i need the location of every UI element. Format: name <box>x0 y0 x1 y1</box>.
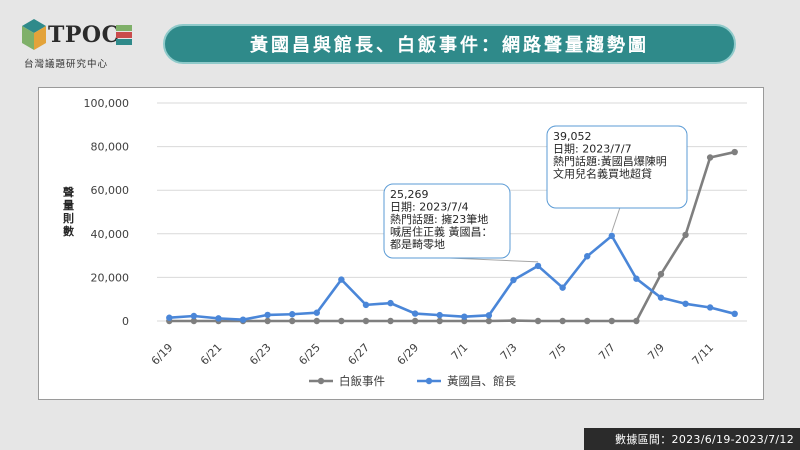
y-tick-label: 0 <box>122 315 129 328</box>
chart-panel: 0 20,000 40,000 60,000 80,000 100,000 聲量則數 6/19… <box>38 87 764 400</box>
data-point <box>313 309 320 316</box>
data-point <box>559 284 566 291</box>
y-tick-label: 40,000 <box>91 228 130 241</box>
data-point <box>411 317 419 325</box>
data-point <box>731 310 738 318</box>
data-point <box>657 270 665 278</box>
x-tick-label: 6/27 <box>345 341 372 368</box>
data-point <box>485 312 493 319</box>
data-point <box>682 300 689 307</box>
data-point <box>633 275 640 282</box>
data-point <box>706 304 714 311</box>
data-point <box>584 253 591 260</box>
data-point <box>633 317 640 325</box>
data-point <box>510 276 517 284</box>
data-point <box>166 314 173 321</box>
data-point <box>264 317 271 325</box>
data-point <box>657 294 665 301</box>
y-tick-label: 60,000 <box>91 184 130 197</box>
data-point <box>461 313 468 320</box>
data-point <box>264 311 271 319</box>
data-point <box>289 311 296 318</box>
x-tick-label: 6/23 <box>247 341 274 368</box>
data-point <box>584 317 591 325</box>
data-point <box>731 148 738 156</box>
y-axis-label: 聲量則數 <box>62 185 74 238</box>
logo-text: TPOC <box>48 22 120 48</box>
data-point <box>387 317 394 325</box>
y-tick-label: 100,000 <box>84 97 130 110</box>
x-tick-label: 6/25 <box>296 341 323 368</box>
data-point <box>608 232 615 240</box>
logo-cube-icon <box>22 19 46 50</box>
data-point <box>559 317 566 325</box>
x-tick-label: 6/19 <box>149 341 176 368</box>
data-point <box>411 310 419 317</box>
callout-leader <box>449 257 539 263</box>
x-tick-label: 6/29 <box>395 341 422 368</box>
callout-leader <box>611 207 621 233</box>
x-tick-label: 7/5 <box>547 341 569 363</box>
data-point <box>362 317 370 325</box>
data-point <box>215 315 222 322</box>
legend-label: 白飯事件 <box>339 374 385 388</box>
data-range-text: 數據區間：2023/6/19-2023/7/12 <box>615 433 794 446</box>
data-point <box>608 317 615 325</box>
data-point <box>510 317 517 324</box>
logo-subtitle: 台灣議題研究中心 <box>24 59 109 70</box>
title-banner: 黃國昌與館長、白飯事件：網路聲量趨勢圖 <box>163 24 736 64</box>
data-point <box>190 312 198 320</box>
x-tick-label: 7/11 <box>690 341 717 368</box>
x-tick-label: 7/3 <box>498 341 520 363</box>
data-point <box>387 299 394 307</box>
x-tick-label: 7/9 <box>645 341 667 363</box>
data-point <box>313 317 320 325</box>
legend-label: 黃國昌、館長 <box>447 374 516 388</box>
data-point <box>289 317 296 325</box>
x-tick-label: 7/7 <box>596 341 618 363</box>
legend-marker <box>317 377 325 385</box>
data-point <box>239 316 247 323</box>
data-point <box>436 311 443 319</box>
legend-marker <box>425 377 433 385</box>
y-tick-label: 80,000 <box>91 141 130 154</box>
line-chart: 0 20,000 40,000 60,000 80,000 100,000 聲量則數 6/19… <box>62 97 747 388</box>
data-point <box>436 317 443 325</box>
data-point <box>534 317 542 325</box>
data-point <box>338 276 345 283</box>
page-title: 黃國昌與館長、白飯事件：網路聲量趨勢圖 <box>250 35 649 56</box>
data-point <box>682 231 689 239</box>
tpoc-logo: TPOC 台灣議題研究中心 <box>16 14 136 70</box>
logo-accent-icon <box>116 25 132 45</box>
x-tick-label: 7/1 <box>449 341 471 363</box>
y-tick-label: 20,000 <box>91 271 130 284</box>
data-point <box>362 301 370 309</box>
data-point <box>706 154 714 161</box>
data-point <box>534 262 542 270</box>
data-range-footer: 數據區間：2023/6/19-2023/7/12 <box>584 428 800 450</box>
x-tick-label: 6/21 <box>198 341 225 368</box>
data-point <box>485 317 493 325</box>
data-point <box>338 317 345 325</box>
